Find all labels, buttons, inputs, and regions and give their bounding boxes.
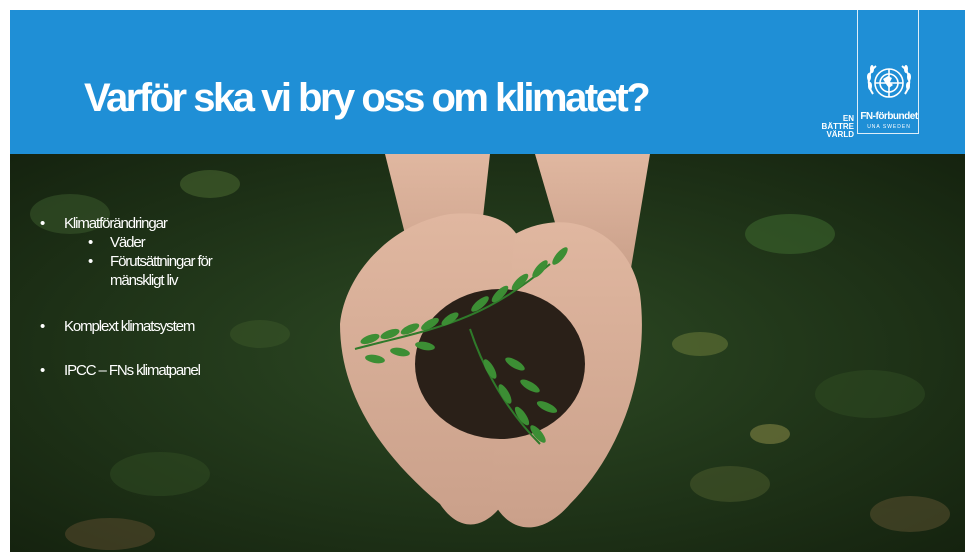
un-emblem-icon (867, 65, 911, 98)
title-banner: Varför ska vi bry oss om klimatet? EN BÄ… (10, 10, 965, 154)
logo-tagline: EN BÄTTRE VÄRLD (821, 114, 854, 139)
bullet-item: • Komplext klimatsystem (40, 318, 195, 335)
slide-title: Varför ska vi bry oss om klimatet? (84, 76, 651, 120)
sub-bullet-item: • Förutsättningar för (88, 253, 213, 270)
slide: Varför ska vi bry oss om klimatet? EN BÄ… (10, 10, 965, 552)
logo-subtitle: UNA SWEDEN (867, 124, 911, 130)
logo-frame: FN-förbundet UNA SWEDEN (857, 10, 919, 134)
logo-name: FN-förbundet (860, 111, 918, 122)
sub-bullet-item-continuation: mänskligt liv (110, 272, 178, 289)
sub-bullet-item: • Väder (88, 234, 146, 251)
bullet-item: • IPCC – FNs klimatpanel (40, 362, 201, 379)
bullet-list: • Klimatförändringar • Väder • Förutsättnin… (40, 215, 213, 379)
bullet-item: • Klimatförändringar (40, 215, 168, 232)
fn-forbundet-logo: EN BÄTTRE VÄRLD FN-förbundet UNA SWEDEN (810, 10, 922, 139)
